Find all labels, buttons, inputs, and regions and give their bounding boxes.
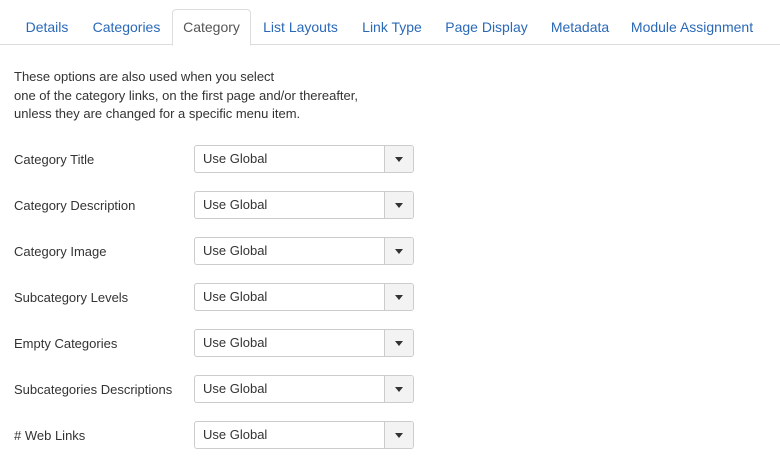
select-value: Use Global — [203, 243, 268, 258]
dropdown-toggle[interactable] — [384, 284, 413, 310]
select-value: Use Global — [203, 381, 268, 396]
select-value: Use Global — [203, 289, 268, 304]
tab-category[interactable]: Category — [172, 9, 251, 46]
select-value: Use Global — [203, 151, 268, 166]
intro-line: These options are also used when you sel… — [14, 69, 275, 84]
dropdown-toggle[interactable] — [384, 330, 413, 356]
intro-line: one of the category links, on the first … — [14, 87, 358, 103]
tab-page-display[interactable]: Page Display — [434, 10, 539, 45]
chevron-down-icon — [395, 387, 403, 392]
dropdown-toggle[interactable] — [384, 192, 413, 218]
chevron-down-icon — [395, 157, 403, 162]
category-image-select[interactable]: Use Global — [194, 237, 414, 265]
web-links-label: # Web Links — [14, 428, 86, 443]
chevron-down-icon — [395, 341, 403, 346]
chevron-down-icon — [395, 249, 403, 254]
category-description-select[interactable]: Use Global — [194, 191, 414, 219]
subcategories-descriptions-select[interactable]: Use Global — [194, 375, 414, 403]
subcategory-levels-label: Subcategory Levels — [14, 290, 129, 305]
tab-details[interactable]: Details — [13, 10, 81, 45]
subcategory-levels-select[interactable]: Use Global — [194, 283, 414, 311]
select-value: Use Global — [203, 197, 268, 212]
empty-categories-label: Empty Categories — [14, 336, 118, 351]
chevron-down-icon — [395, 433, 403, 438]
intro-text: These options are also used when you sel… — [14, 68, 414, 124]
select-value: Use Global — [203, 335, 268, 350]
dropdown-toggle[interactable] — [384, 376, 413, 402]
subcategories-descriptions-label: Subcategories Descriptions — [14, 382, 173, 397]
select-value: Use Global — [203, 427, 268, 442]
intro-line: unless they are changed for a specific m… — [14, 106, 301, 121]
dropdown-toggle[interactable] — [384, 238, 413, 264]
tab-link-type[interactable]: Link Type — [350, 10, 434, 45]
dropdown-toggle[interactable] — [384, 146, 413, 172]
dropdown-toggle[interactable] — [384, 422, 413, 448]
tab-categories[interactable]: Categories — [81, 10, 172, 45]
tab-list-layouts[interactable]: List Layouts — [251, 10, 350, 45]
web-links-select[interactable]: Use Global — [194, 421, 414, 449]
category-image-label: Category Image — [14, 244, 107, 259]
chevron-down-icon — [395, 295, 403, 300]
tab-module-assignment[interactable]: Module Assignment — [621, 10, 763, 45]
category-title-label: Category Title — [14, 152, 95, 167]
chevron-down-icon — [395, 203, 403, 208]
category-title-select[interactable]: Use Global — [194, 145, 414, 173]
category-description-label: Category Description — [14, 198, 136, 213]
empty-categories-select[interactable]: Use Global — [194, 329, 414, 357]
tab-metadata[interactable]: Metadata — [539, 10, 621, 45]
tab-bar: Details Categories Category List Layouts… — [0, 0, 780, 46]
